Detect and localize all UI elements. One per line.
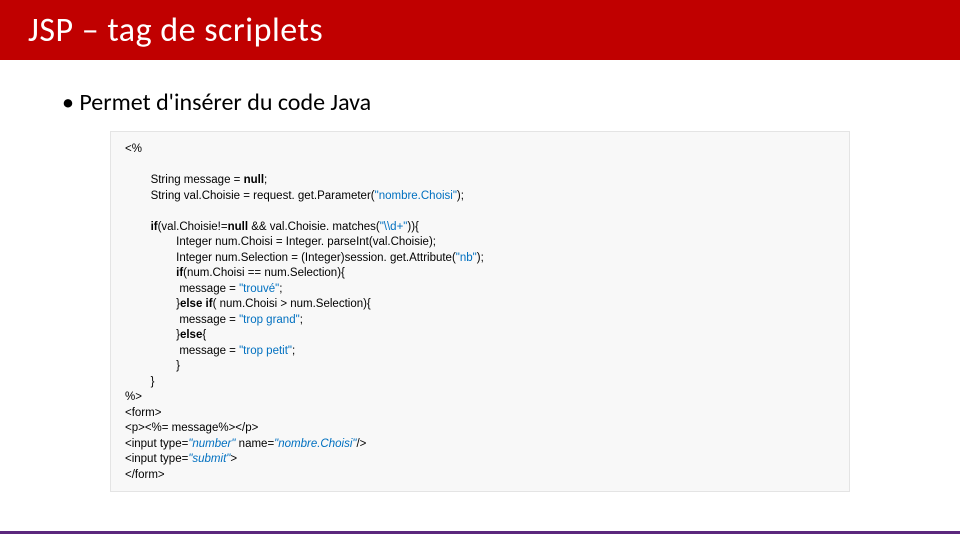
code-line: }else{ [125, 328, 835, 344]
bullet-text: Permet d'insérer du code Java [62, 88, 960, 117]
code-line: }else if( num.Choisi > num.Selection){ [125, 297, 835, 313]
code-text: Integer num.Choisi = Integer. parseInt(v… [176, 236, 436, 248]
title-bar: JSP – tag de scriplets [0, 0, 960, 60]
string-literal: "submit" [188, 453, 230, 465]
string-literal: "trop petit" [239, 345, 292, 357]
code-text: } [173, 360, 180, 372]
code-line: message = "trop petit"; [125, 344, 835, 360]
slide: JSP – tag de scriplets Permet d'insérer … [0, 0, 960, 540]
code-line: message = "trop grand"; [125, 313, 835, 329]
code-text: { [202, 329, 206, 341]
code-text: <input type= [125, 438, 188, 450]
slide-body: Permet d'insérer du code Java <% String … [0, 60, 960, 492]
string-literal: "nombre.Choisi" [375, 190, 457, 202]
code-line: Integer num.Choisi = Integer. parseInt(v… [125, 235, 835, 251]
code-text: ; [264, 174, 267, 186]
code-text: (val.Choisie!= [158, 221, 228, 233]
string-literal: "nb" [456, 252, 477, 264]
code-line: %> [125, 390, 835, 406]
code-line: } [125, 375, 835, 391]
code-line: <% [125, 142, 835, 158]
code-line: } [125, 359, 835, 375]
string-literal: "trouvé" [239, 283, 279, 295]
string-literal: "trop grand" [239, 314, 300, 326]
code-line: message = "trouvé"; [125, 282, 835, 298]
code-text: ( num.Choisi > num.Selection){ [213, 298, 371, 310]
code-line: String val.Choisie = request. get.Parame… [125, 189, 835, 205]
code-block: <% String message = null; String val.Cho… [110, 131, 850, 492]
code-text: name= [239, 438, 274, 450]
string-literal: "nombre.Choisi" [274, 438, 356, 450]
code-text: /> [356, 438, 366, 450]
code-text: )){ [407, 221, 419, 233]
code-text: message = [176, 283, 239, 295]
keyword: if [151, 221, 158, 233]
code-text: Integer num.Selection = (Integer)session… [176, 252, 456, 264]
code-text: ); [457, 190, 464, 202]
keyword: else if [180, 298, 213, 310]
code-line: <p><%= message%></p> [125, 421, 835, 437]
code-text: ; [279, 283, 282, 295]
code-line: Integer num.Selection = (Integer)session… [125, 251, 835, 267]
string-literal: "number" [188, 438, 238, 450]
keyword: null [244, 174, 264, 186]
code-line: if(num.Choisi == num.Selection){ [125, 266, 835, 282]
code-text: String val.Choisie = request. get.Parame… [151, 190, 375, 202]
code-text: } [151, 376, 155, 388]
footer-accent [0, 531, 960, 534]
code-text: ; [292, 345, 295, 357]
code-text: && val.Choisie. matches( [251, 221, 379, 233]
code-line [125, 158, 835, 174]
keyword: null [228, 221, 252, 233]
code-text: message = [176, 345, 239, 357]
code-line: <input type="number" name="nombre.Choisi… [125, 437, 835, 453]
code-text: > [230, 453, 237, 465]
code-text: ; [300, 314, 303, 326]
code-line: if(val.Choisie!=null && val.Choisie. mat… [125, 220, 835, 236]
code-line: <input type="submit"> [125, 452, 835, 468]
code-line: <form> [125, 406, 835, 422]
code-text: (num.Choisi == num.Selection){ [183, 267, 345, 279]
code-text: <input type= [125, 453, 188, 465]
string-literal: "\\d+" [380, 221, 408, 233]
keyword: else [180, 329, 202, 341]
code-line: </form> [125, 468, 835, 484]
code-text: String message = [151, 174, 244, 186]
code-text: ); [477, 252, 484, 264]
code-line: String message = null; [125, 173, 835, 189]
code-text: message = [176, 314, 239, 326]
slide-title: JSP – tag de scriplets [28, 10, 323, 51]
code-line [125, 204, 835, 220]
